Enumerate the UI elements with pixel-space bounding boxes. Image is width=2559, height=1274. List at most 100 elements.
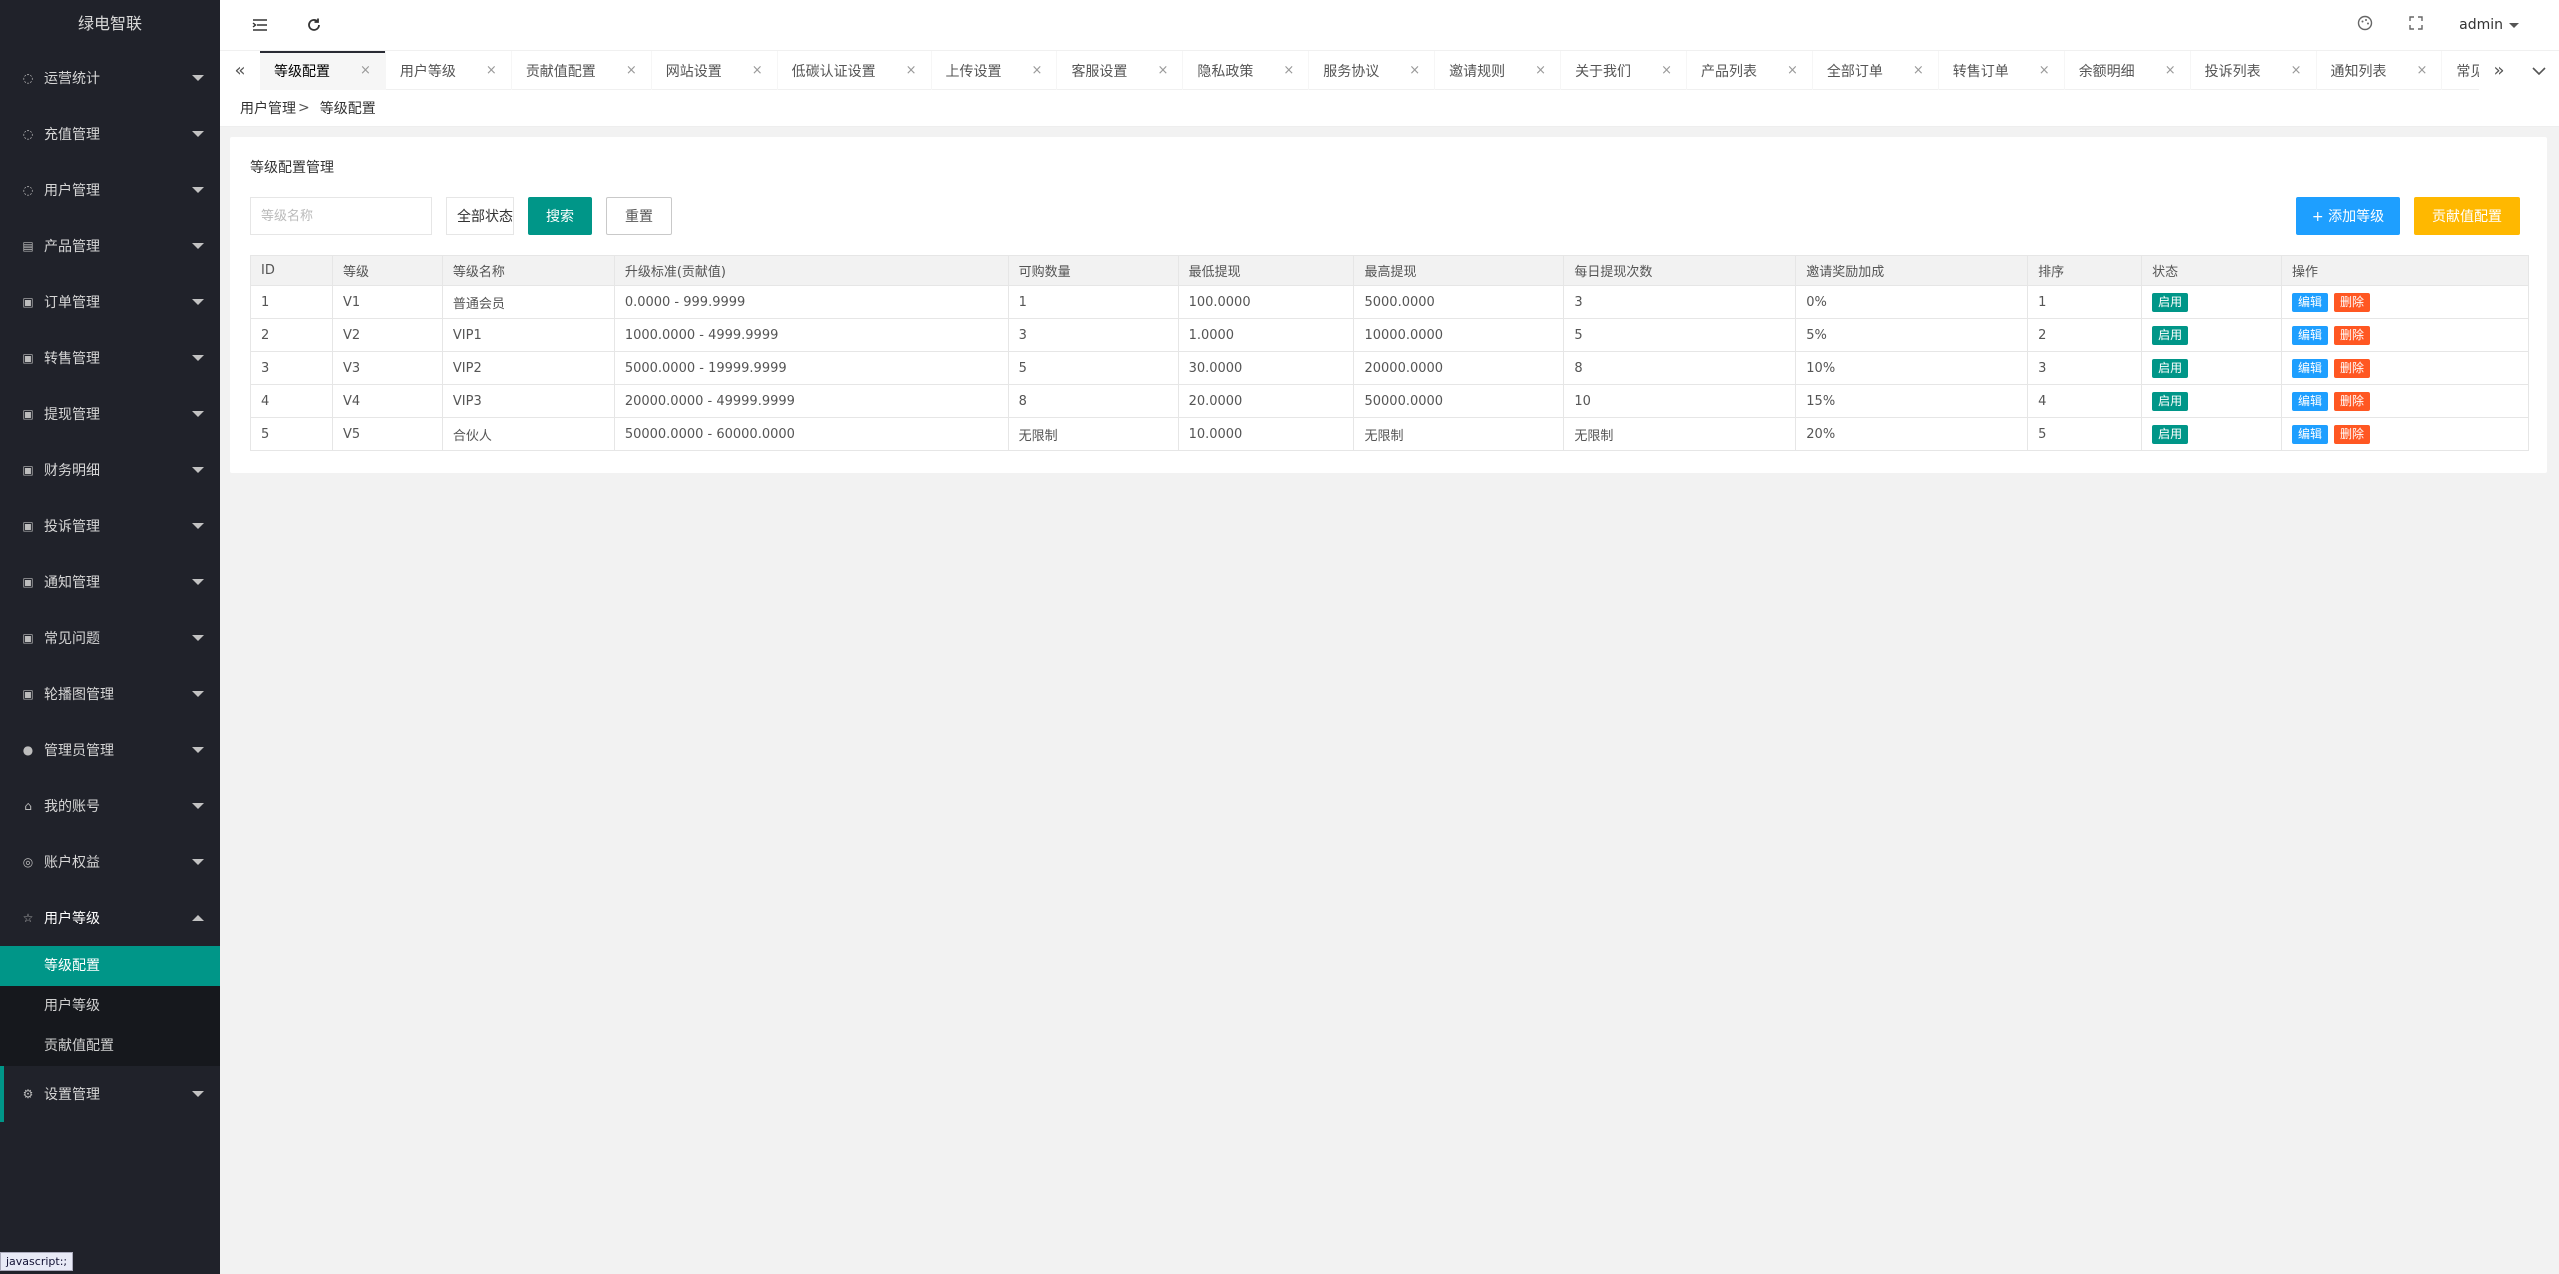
column-header: ID	[250, 255, 333, 286]
tab-13[interactable]: 转售订单 ×	[1939, 51, 2065, 90]
chevron-down-icon	[192, 131, 204, 137]
sidebar-item-7[interactable]: ▣ 财务明细	[0, 442, 220, 498]
sidebar-item-3[interactable]: ▤ 产品管理	[0, 218, 220, 274]
edit-button[interactable]: 编辑	[2292, 358, 2329, 378]
fullscreen-icon[interactable]	[2409, 16, 2423, 34]
tabs-scroll-left-icon[interactable]: «	[220, 51, 260, 90]
close-icon[interactable]: ×	[1283, 63, 1294, 78]
status-select[interactable]: 全部状态	[446, 197, 514, 235]
close-icon[interactable]: ×	[1913, 63, 1924, 78]
user-menu[interactable]: admin	[2459, 17, 2519, 33]
status-cell: 启用	[2141, 417, 2283, 451]
tabs-scroll-right-icon[interactable]: »	[2479, 51, 2519, 90]
breadcrumb-current: 等级配置	[319, 101, 376, 117]
edit-button[interactable]: 编辑	[2292, 292, 2329, 312]
sidebar-item-2[interactable]: ◌ 用户管理	[0, 162, 220, 218]
delete-button[interactable]: 删除	[2334, 391, 2371, 411]
add-level-button[interactable]: + 添加等级	[2296, 197, 2400, 235]
chevron-down-icon	[192, 243, 204, 249]
status-badge[interactable]: 启用	[2152, 391, 2189, 411]
close-icon[interactable]: ×	[360, 63, 371, 78]
reset-button[interactable]: 重置	[606, 197, 672, 235]
table-cell: 3	[1007, 318, 1179, 352]
tabs-bar: « 等级配置 × 用户等级 × 贡献值配置 × 网站设置 × 低碳认证设置 × 上传设置 × 客服设置 ×…	[220, 50, 2559, 90]
close-icon[interactable]: ×	[486, 63, 497, 78]
sidebar-item-9[interactable]: ▣ 通知管理	[0, 554, 220, 610]
close-icon[interactable]: ×	[752, 63, 763, 78]
tab-8[interactable]: 服务协议 ×	[1309, 51, 1436, 90]
tab-2[interactable]: 贡献值配置 ×	[512, 51, 652, 90]
submenu-item-user-level[interactable]: 用户等级	[0, 986, 220, 1026]
tabs-dropdown-icon[interactable]	[2519, 51, 2559, 90]
sidebar-item-13[interactable]: ⌂ 我的账号	[0, 778, 220, 834]
close-icon[interactable]: ×	[1409, 63, 1420, 78]
tab-6[interactable]: 客服设置 ×	[1057, 51, 1184, 90]
status-badge[interactable]: 启用	[2152, 325, 2189, 345]
sidebar-item-14[interactable]: ◎ 账户权益	[0, 834, 220, 890]
sidebar-item-5[interactable]: ▣ 转售管理	[0, 330, 220, 386]
sidebar-item-0[interactable]: ◌ 运营统计	[0, 50, 220, 106]
menu-toggle-icon[interactable]	[248, 13, 272, 37]
sidebar-item-6[interactable]: ▣ 提现管理	[0, 386, 220, 442]
delete-button[interactable]: 删除	[2334, 358, 2371, 378]
close-icon[interactable]: ×	[1787, 63, 1798, 78]
tab-0[interactable]: 等级配置 ×	[260, 51, 386, 90]
edit-button[interactable]: 编辑	[2292, 424, 2329, 444]
tab-1[interactable]: 用户等级 ×	[386, 51, 512, 90]
tab-15[interactable]: 投诉列表 ×	[2191, 51, 2317, 90]
close-icon[interactable]: ×	[2039, 63, 2050, 78]
tab-7[interactable]: 隐私政策 ×	[1183, 51, 1310, 90]
sidebar-item-settings[interactable]: ⚙ 设置管理	[0, 1066, 220, 1122]
submenu: 等级配置 用户等级 贡献值配置	[0, 946, 220, 1066]
sidebar-item-4[interactable]: ▣ 订单管理	[0, 274, 220, 330]
close-icon[interactable]: ×	[1535, 63, 1546, 78]
delete-button[interactable]: 删除	[2334, 325, 2371, 345]
edit-button[interactable]: 编辑	[2292, 325, 2329, 345]
table-cell: 5	[1007, 351, 1179, 385]
actions-cell: 编辑 删除	[2281, 417, 2529, 451]
close-icon[interactable]: ×	[906, 63, 917, 78]
table-cell: 0.0000 - 999.9999	[613, 285, 1009, 319]
actions-cell: 编辑 删除	[2281, 351, 2529, 385]
tab-9[interactable]: 邀请规则 ×	[1435, 51, 1562, 90]
theme-icon[interactable]	[2357, 15, 2373, 35]
tab-12[interactable]: 全部订单 ×	[1813, 51, 1939, 90]
close-icon[interactable]: ×	[626, 63, 637, 78]
close-icon[interactable]: ×	[1157, 63, 1168, 78]
contribution-config-button[interactable]: 贡献值配置	[2414, 197, 2520, 235]
tab-14[interactable]: 余额明细 ×	[2065, 51, 2191, 90]
status-badge[interactable]: 启用	[2152, 358, 2189, 378]
submenu-item-level-config[interactable]: 等级配置	[0, 946, 220, 986]
close-icon[interactable]: ×	[1661, 63, 1672, 78]
refresh-icon[interactable]	[302, 13, 326, 37]
status-cell: 启用	[2141, 285, 2283, 319]
delete-button[interactable]: 删除	[2334, 424, 2371, 444]
tab-10[interactable]: 关于我们 ×	[1561, 51, 1687, 90]
sidebar-item-11[interactable]: ▣ 轮播图管理	[0, 666, 220, 722]
status-badge[interactable]: 启用	[2152, 292, 2189, 312]
sidebar-item-8[interactable]: ▣ 投诉管理	[0, 498, 220, 554]
sidebar-item-user-level[interactable]: ☆ 用户等级	[0, 890, 220, 946]
column-header: 等级	[331, 255, 443, 286]
tab-11[interactable]: 产品列表 ×	[1687, 51, 1813, 90]
close-icon[interactable]: ×	[1032, 63, 1043, 78]
sidebar-item-1[interactable]: ◌ 充值管理	[0, 106, 220, 162]
submenu-item-contribution-config[interactable]: 贡献值配置	[0, 1026, 220, 1066]
sidebar-item-12[interactable]: ● 管理员管理	[0, 722, 220, 778]
close-icon[interactable]: ×	[2165, 63, 2176, 78]
level-name-search-input[interactable]	[250, 197, 432, 235]
image-icon: ▣	[22, 631, 34, 645]
edit-button[interactable]: 编辑	[2292, 391, 2329, 411]
tab-16[interactable]: 通知列表 ×	[2317, 51, 2443, 90]
tab-4[interactable]: 低碳认证设置 ×	[778, 51, 932, 90]
breadcrumb-parent[interactable]: 用户管理	[240, 98, 296, 118]
close-icon[interactable]: ×	[2417, 63, 2428, 78]
delete-button[interactable]: 删除	[2334, 292, 2371, 312]
tab-5[interactable]: 上传设置 ×	[932, 51, 1058, 90]
status-badge[interactable]: 启用	[2152, 424, 2189, 444]
tab-17[interactable]: 常见问题×	[2442, 51, 2479, 90]
close-icon[interactable]: ×	[2291, 63, 2302, 78]
tab-3[interactable]: 网站设置 ×	[652, 51, 778, 90]
sidebar-item-10[interactable]: ▣ 常见问题	[0, 610, 220, 666]
search-button[interactable]: 搜索	[528, 197, 592, 235]
